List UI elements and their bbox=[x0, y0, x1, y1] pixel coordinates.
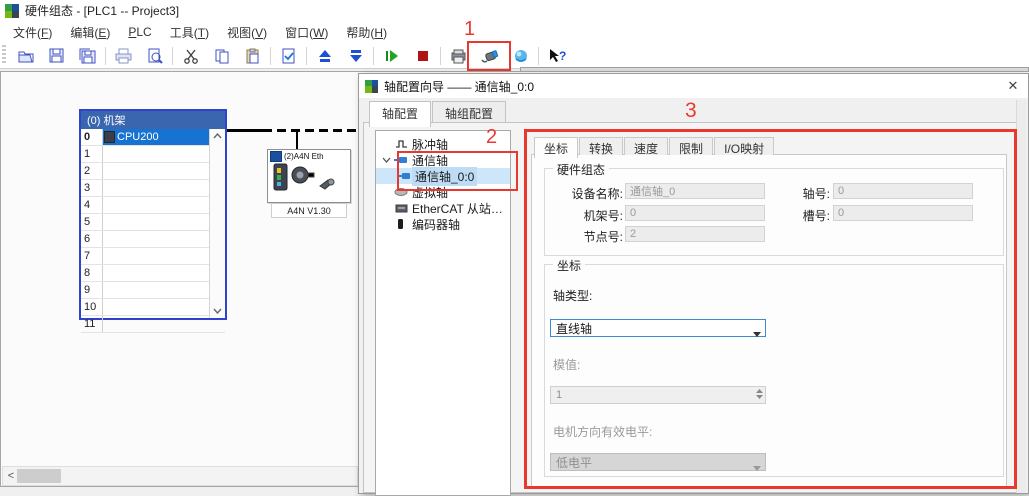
main-toolbar: 1 ? bbox=[0, 43, 1029, 69]
svg-text:?: ? bbox=[559, 49, 566, 63]
hardware-config-window: 硬件组态 - [PLC1 -- Project3] 文件(F) 编辑(E) PL… bbox=[0, 0, 1029, 494]
rack-row[interactable]: 6 bbox=[81, 231, 225, 248]
ethercat-module-icon bbox=[393, 203, 409, 213]
toolbar-separator bbox=[270, 47, 271, 65]
dialog-scroll-strip[interactable] bbox=[1016, 100, 1026, 493]
window-titlebar: 硬件组态 - [PLC1 -- Project3] bbox=[0, 0, 1029, 21]
rack-header: (0) 机架 bbox=[81, 111, 225, 129]
connect-icon[interactable]: 1 bbox=[474, 45, 505, 67]
pulse-axis-icon bbox=[393, 138, 409, 150]
a4n-node[interactable]: (2)A4N Eth bbox=[267, 149, 351, 203]
encoder-axis-icon bbox=[393, 218, 409, 230]
node-device-images bbox=[270, 162, 344, 194]
toolbar-separator bbox=[440, 47, 441, 65]
rack-row[interactable]: 0CPU200 bbox=[81, 129, 225, 146]
node-drop-line bbox=[296, 130, 298, 150]
context-help-icon[interactable]: ? bbox=[541, 45, 572, 67]
annotation-digit-3: 3 bbox=[685, 100, 697, 121]
toolbar-separator bbox=[373, 47, 374, 65]
node-title: (2)A4N Eth bbox=[270, 151, 348, 162]
rack-scrollbar[interactable] bbox=[209, 129, 225, 318]
network-icon[interactable] bbox=[505, 45, 536, 67]
toolbar-separator bbox=[172, 47, 173, 65]
dialog-tab-strip: 轴配置 轴组配置 bbox=[369, 101, 507, 123]
tab-axis-config[interactable]: 轴配置 bbox=[369, 101, 431, 127]
menu-view[interactable]: 视图(V) bbox=[218, 21, 276, 44]
dialog-title: 轴配置向导 —— 通信轴_0:0 bbox=[384, 78, 534, 95]
menu-edit[interactable]: 编辑(E) bbox=[61, 21, 119, 44]
paste-icon[interactable] bbox=[237, 45, 268, 67]
copy-icon[interactable] bbox=[206, 45, 237, 67]
rack-row[interactable]: 5 bbox=[81, 214, 225, 231]
canvas-hscrollbar[interactable]: < bbox=[2, 466, 358, 486]
close-icon[interactable]: ✕ bbox=[1004, 77, 1022, 95]
node-icon bbox=[270, 151, 282, 162]
chevron-down-icon[interactable] bbox=[380, 157, 393, 163]
save-all-icon[interactable] bbox=[72, 45, 103, 67]
rack-row[interactable]: 11 bbox=[81, 316, 225, 333]
run-icon[interactable] bbox=[376, 45, 407, 67]
rack-row[interactable]: 4 bbox=[81, 197, 225, 214]
rack-slot-cpu[interactable]: CPU200 bbox=[103, 129, 210, 145]
window-title: 硬件组态 - [PLC1 -- Project3] bbox=[25, 2, 179, 19]
dialog-icon bbox=[365, 80, 378, 93]
app-icon bbox=[5, 4, 19, 18]
scroll-up-icon[interactable] bbox=[210, 129, 225, 143]
toolbar-grip[interactable] bbox=[2, 45, 6, 65]
rack-row[interactable]: 7 bbox=[81, 248, 225, 265]
dialog-titlebar: 轴配置向导 —— 通信轴_0:0 bbox=[359, 74, 1028, 98]
toolbar-separator bbox=[538, 47, 539, 65]
axis-config-wizard-dialog: 轴配置向导 —— 通信轴_0:0 ✕ 轴配置 轴组配置 脉冲轴 通信轴 通信轴_… bbox=[358, 73, 1029, 494]
validate-icon[interactable] bbox=[273, 45, 304, 67]
scroll-down-icon[interactable] bbox=[210, 304, 225, 318]
node-caption: A4N V1.30 bbox=[271, 203, 347, 218]
save-icon[interactable] bbox=[41, 45, 72, 67]
rack-row[interactable]: 1 bbox=[81, 146, 225, 163]
menu-bar: 文件(F) 编辑(E) PLC 工具(T) 视图(V) 窗口(W) 帮助(H) bbox=[0, 21, 1029, 43]
download-icon[interactable] bbox=[340, 45, 371, 67]
cut-icon[interactable] bbox=[175, 45, 206, 67]
annotation-box-2 bbox=[397, 151, 518, 191]
tree-item-encoder-axis[interactable]: 编码器轴 bbox=[376, 216, 510, 232]
open-icon[interactable] bbox=[10, 45, 41, 67]
rack-row[interactable]: 2 bbox=[81, 163, 225, 180]
ethernet-bus-dashes bbox=[263, 129, 359, 132]
print-icon[interactable] bbox=[108, 45, 139, 67]
toolbar-separator bbox=[105, 47, 106, 65]
menu-plc[interactable]: PLC bbox=[119, 22, 160, 42]
menu-tools[interactable]: 工具(T) bbox=[161, 21, 218, 44]
rack-row[interactable]: 9 bbox=[81, 282, 225, 299]
rack-row[interactable]: 3 bbox=[81, 180, 225, 197]
cpu-icon bbox=[104, 131, 115, 143]
print-preview-icon[interactable] bbox=[139, 45, 170, 67]
annotation-digit-1: 1 bbox=[464, 19, 475, 39]
tab-axis-group-config[interactable]: 轴组配置 bbox=[432, 101, 506, 123]
rack-panel[interactable]: (0) 机架 0CPU200 1 2 3 4 5 6 7 8 9 10 11 bbox=[79, 109, 227, 320]
menu-help[interactable]: 帮助(H) bbox=[337, 21, 396, 44]
annotation-box-3 bbox=[524, 129, 1017, 489]
rack-row[interactable]: 8 bbox=[81, 265, 225, 282]
rack-row[interactable]: 10 bbox=[81, 299, 225, 316]
hscrollbar-thumb[interactable] bbox=[17, 469, 61, 483]
upload-icon[interactable] bbox=[309, 45, 340, 67]
stop-icon[interactable] bbox=[407, 45, 438, 67]
annotation-digit-2: 2 bbox=[486, 127, 497, 147]
toolbar-separator bbox=[306, 47, 307, 65]
menu-window[interactable]: 窗口(W) bbox=[276, 21, 337, 44]
menu-file[interactable]: 文件(F) bbox=[4, 21, 61, 44]
